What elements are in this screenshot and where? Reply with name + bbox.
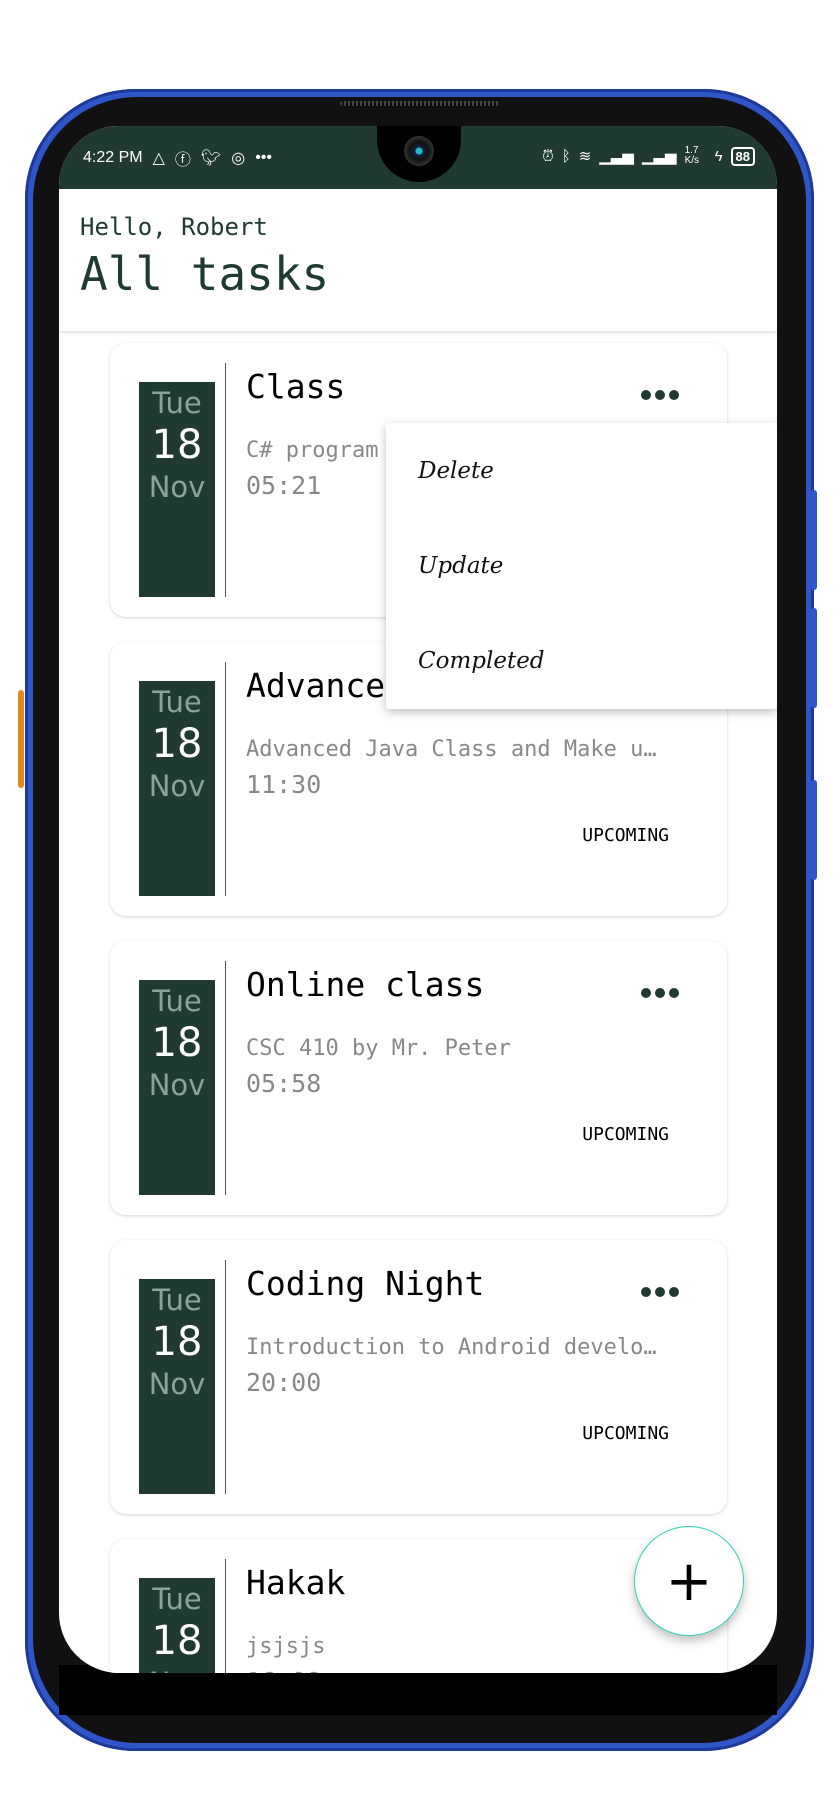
task-time: 05:21 <box>246 471 322 500</box>
task-weekday: Tue <box>152 984 202 1018</box>
task-weekday: Tue <box>152 1582 202 1616</box>
instagram-icon: ◎ <box>231 150 246 167</box>
signal-icon: ▁▃▅ <box>599 148 634 165</box>
phone-side-button <box>811 608 817 708</box>
wifi-icon: ≋ <box>578 148 592 165</box>
alarm-icon: ⏰︎ <box>542 147 554 165</box>
charging-icon: ϟ <box>714 147 723 165</box>
task-month: Nov <box>148 1068 206 1102</box>
net-speed: 1.7 K/s <box>684 145 700 166</box>
task-description: Advanced Java Class and Make u… <box>246 737 657 762</box>
task-title: Hakak <box>246 1563 346 1602</box>
task-title: Advance <box>246 666 386 705</box>
task-day: 18 <box>151 1020 203 1066</box>
date-badge: Tue 18 Nov <box>139 1279 215 1494</box>
task-month: Nov <box>139 1666 215 1673</box>
greeting: Hello, Robert <box>80 213 268 241</box>
more-options-icon[interactable] <box>639 1278 681 1302</box>
date-badge: Tue 18 Nov <box>139 382 215 597</box>
task-day: 18 <box>151 422 203 468</box>
phone-side-button <box>811 780 817 880</box>
divider <box>225 1260 226 1494</box>
task-time: 05:58 <box>246 1069 322 1098</box>
task-description: CSC 410 by Mr. Peter <box>246 1036 511 1061</box>
task-day: 18 <box>151 1618 203 1664</box>
task-month: Nov <box>148 1367 206 1401</box>
divider <box>225 1559 226 1673</box>
task-month: Nov <box>148 470 206 504</box>
date-badge: Tue 18 Nov <box>139 1578 215 1673</box>
task-weekday: Tue <box>152 685 202 719</box>
task-time: 20:00 <box>246 1368 322 1397</box>
menu-item-update[interactable]: Update <box>386 518 777 613</box>
task-card[interactable]: Tue 18 Nov Hakak jsjsjs 16:08 <box>110 1539 727 1673</box>
menu-item-delete[interactable]: Delete <box>386 423 777 518</box>
task-day: 18 <box>151 1319 203 1365</box>
app-screen: 4:22 PM △ ⓕ 🐦︎ ◎ ••• ⏰︎ ᛒ ≋ ▁▃▅ ▁▃▅ 1.7 … <box>59 126 777 1673</box>
task-month: Nov <box>148 769 206 803</box>
twitter-icon: 🐦︎ <box>200 150 222 167</box>
camera-icon <box>404 136 434 166</box>
task-time: 11:30 <box>246 770 322 799</box>
phone-side-button <box>811 490 817 590</box>
more-notifications-icon: ••• <box>255 149 273 166</box>
task-status: UPCOMING <box>582 825 669 846</box>
app-notification-icon: △ <box>152 150 165 167</box>
task-title: Class <box>246 367 346 406</box>
header: Hello, Robert All tasks <box>59 189 777 331</box>
divider <box>225 363 226 597</box>
more-options-icon[interactable] <box>639 979 681 1003</box>
task-description: jsjsjs <box>246 1634 326 1659</box>
task-title: Online class <box>246 965 485 1004</box>
signal-icon: ▁▃▅ <box>641 148 677 165</box>
task-status: UPCOMING <box>582 1124 669 1145</box>
task-description: Introduction to Android develo… <box>246 1335 657 1360</box>
phone-side-button <box>18 690 24 788</box>
add-task-button[interactable]: + <box>634 1526 744 1636</box>
task-status: UPCOMING <box>582 1423 669 1444</box>
status-time: 4:22 PM <box>83 149 143 166</box>
task-weekday: Tue <box>152 1283 202 1317</box>
task-weekday: Tue <box>152 386 202 420</box>
more-options-icon[interactable] <box>639 381 681 405</box>
bluetooth-icon: ᛒ <box>561 147 571 165</box>
task-options-menu: Delete Update Completed <box>386 423 777 709</box>
task-card[interactable]: Tue 18 Nov Online class CSC 410 by Mr. P… <box>110 941 727 1215</box>
date-badge: Tue 18 Nov <box>139 681 215 896</box>
facebook-icon: ⓕ <box>174 152 191 169</box>
divider <box>225 961 226 1195</box>
divider <box>225 662 226 896</box>
task-day: 18 <box>151 721 203 767</box>
page-title: All tasks <box>80 247 330 301</box>
status-bar: 4:22 PM △ ⓕ 🐦︎ ◎ ••• ⏰︎ ᛒ ≋ ▁▃▅ ▁▃▅ 1.7 … <box>59 126 777 189</box>
camera-notch <box>377 126 461 182</box>
battery-icon: 88 <box>730 146 755 166</box>
task-title: Coding Night <box>246 1264 485 1303</box>
date-badge: Tue 18 Nov <box>139 980 215 1195</box>
speaker-grille <box>340 101 500 106</box>
task-card[interactable]: Tue 18 Nov Coding Night Introduction to … <box>110 1240 727 1514</box>
task-time: 16:08 <box>246 1667 321 1673</box>
menu-item-completed[interactable]: Completed <box>386 613 777 708</box>
